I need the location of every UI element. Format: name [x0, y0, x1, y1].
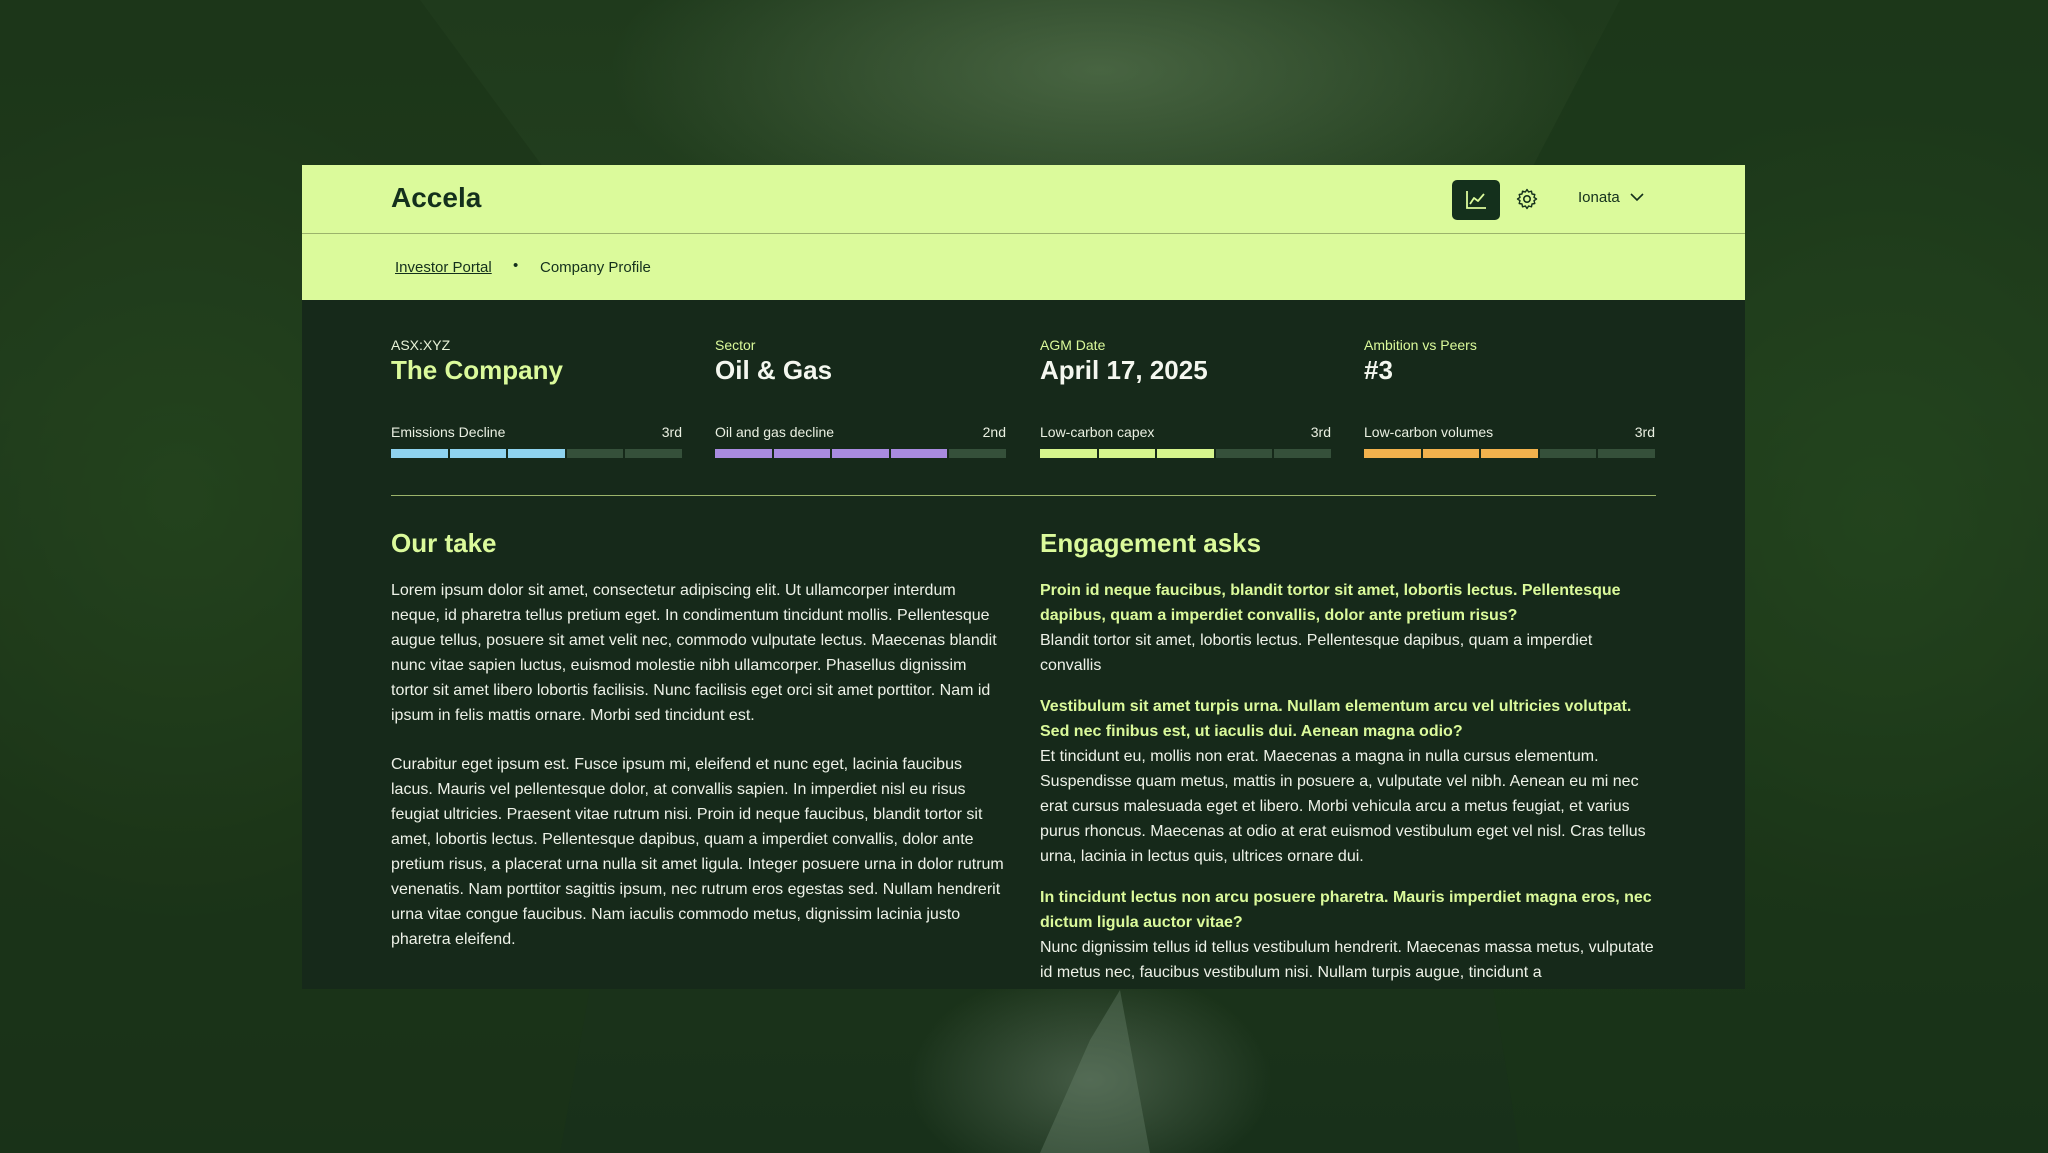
our-take-body: Lorem ipsum dolor sit amet, consectetur … — [391, 578, 1007, 976]
ranking-segment-filled — [1040, 449, 1097, 458]
ranking-bar — [391, 449, 682, 458]
ranking-bar — [1040, 449, 1331, 458]
engagement-question: In tincidunt lectus non arcu posuere pha… — [1040, 889, 1652, 931]
engagement-answer: Nunc dignissim tellus id tellus vestibul… — [1040, 939, 1654, 981]
metric-agm-date: AGM Date April 17, 2025 — [1040, 337, 1331, 386]
our-take-paragraph: Curabitur eget ipsum est. Fusce ipsum mi… — [391, 756, 1004, 948]
ranking-oil-gas-decline: Oil and gas decline 2nd — [715, 424, 1006, 458]
ranking-segment-empty — [949, 449, 1006, 458]
ranking-bar — [1364, 449, 1655, 458]
ranking-segment-filled — [1364, 449, 1421, 458]
breadcrumb: Investor Portal • Company Profile — [302, 234, 1745, 300]
line-chart-icon — [1466, 191, 1486, 209]
section-divider — [391, 495, 1656, 496]
gear-icon[interactable] — [1515, 187, 1539, 211]
engagement-ask-item: Proin id neque faucibus, blandit tortor … — [1040, 578, 1656, 678]
ranking-label: Emissions Decline — [391, 424, 506, 440]
ranking-segment-filled — [832, 449, 889, 458]
ranking-segment-filled — [1098, 449, 1156, 458]
engagement-asks-title: Engagement asks — [1040, 528, 1262, 558]
metric-sector: Sector Oil & Gas — [715, 337, 1006, 386]
engagement-ask-item: Vestibulum sit amet turpis urna. Nullam … — [1040, 694, 1656, 869]
engagement-answer: Blandit tortor sit amet, lobortis lectus… — [1040, 632, 1593, 674]
engagement-question: Proin id neque faucibus, blandit tortor … — [1040, 582, 1621, 624]
top-navigation-bar: Accela Ionata — [302, 165, 1745, 234]
ranking-rank: 3rd — [661, 424, 682, 440]
metric-value: #3 — [1364, 355, 1393, 385]
metric-ticker: ASX:XYZ The Company — [391, 337, 682, 386]
company-name: The Company — [391, 355, 563, 385]
brand-logo[interactable]: Accela — [391, 182, 481, 214]
ranking-segment-empty — [1598, 449, 1655, 458]
chevron-down-icon — [1630, 193, 1644, 202]
ranking-segment-empty — [566, 449, 624, 458]
metric-ambition: Ambition vs Peers #3 — [1364, 337, 1655, 386]
engagement-question: Vestibulum sit amet turpis urna. Nullam … — [1040, 698, 1632, 740]
ranking-rank: 3rd — [1310, 424, 1331, 440]
ranking-low-carbon-capex: Low-carbon capex 3rd — [1040, 424, 1331, 458]
user-name: Ionata — [1578, 189, 1620, 206]
breadcrumb-company-profile: Company Profile — [540, 259, 651, 276]
ranking-rank: 3rd — [1634, 424, 1655, 440]
metric-value: Oil & Gas — [715, 355, 833, 385]
ranking-segment-filled — [1481, 449, 1538, 458]
ranking-label: Low-carbon capex — [1040, 424, 1155, 440]
ranking-segment-filled — [715, 449, 772, 458]
ranking-low-carbon-volumes: Low-carbon volumes 3rd — [1364, 424, 1655, 458]
ranking-segment-empty — [1215, 449, 1273, 458]
metric-label: AGM Date — [1040, 337, 1106, 353]
company-profile-card: Accela Ionata Investor Portal • Company … — [302, 165, 1745, 989]
our-take-title: Our take — [391, 528, 497, 558]
ranking-segment-filled — [1157, 449, 1214, 458]
ranking-emissions-decline: Emissions Decline 3rd — [391, 424, 682, 458]
metric-label: Sector — [715, 337, 756, 353]
ranking-label: Low-carbon volumes — [1364, 424, 1494, 440]
metric-label: ASX:XYZ — [391, 337, 451, 353]
analytics-button[interactable] — [1452, 180, 1500, 220]
ranking-segment-empty — [1539, 449, 1597, 458]
ranking-segment-empty — [1274, 449, 1331, 458]
ranking-rank: 2nd — [982, 424, 1006, 440]
ranking-segment-filled — [1422, 449, 1480, 458]
engagement-ask-item: In tincidunt lectus non arcu posuere pha… — [1040, 885, 1656, 985]
ranking-bar — [715, 449, 1006, 458]
ranking-segment-filled — [391, 449, 448, 458]
ranking-segment-filled — [890, 449, 948, 458]
engagement-asks-list: Proin id neque faucibus, blandit tortor … — [1040, 578, 1656, 989]
ranking-segment-filled — [508, 449, 565, 458]
breadcrumb-separator: • — [513, 257, 519, 274]
breadcrumb-investor-portal[interactable]: Investor Portal — [395, 259, 492, 276]
ranking-segment-filled — [773, 449, 831, 458]
metric-value: April 17, 2025 — [1040, 355, 1208, 385]
our-take-paragraph: Lorem ipsum dolor sit amet, consectetur … — [391, 582, 997, 724]
metric-label: Ambition vs Peers — [1364, 337, 1477, 353]
engagement-answer: Et tincidunt eu, mollis non erat. Maecen… — [1040, 748, 1646, 865]
ranking-segment-filled — [449, 449, 507, 458]
ranking-segment-empty — [625, 449, 682, 458]
ranking-label: Oil and gas decline — [715, 424, 835, 440]
user-menu[interactable]: Ionata — [1578, 189, 1644, 206]
